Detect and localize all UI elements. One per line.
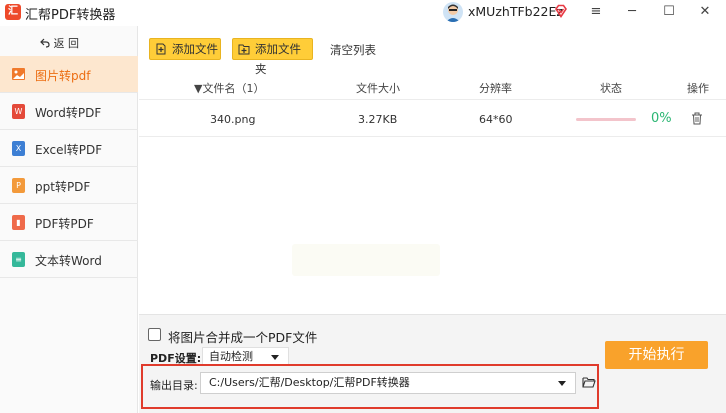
maximize-button[interactable]: ☐ bbox=[659, 3, 679, 21]
chevron-down-icon bbox=[558, 381, 566, 386]
sidebar-item-label: 文本转Word bbox=[35, 254, 102, 268]
sidebar-item-pdf-to-pdf[interactable]: ▮ PDF转PDF bbox=[0, 204, 138, 241]
column-header-filename[interactable]: ▼文件名（1） bbox=[194, 80, 264, 96]
column-header-resolution: 分辨率 bbox=[479, 82, 512, 95]
file-resolution: 64*60 bbox=[479, 113, 513, 126]
add-folder-icon bbox=[238, 44, 250, 55]
output-dir-value: C:/Users/汇帮/Desktop/汇帮PDF转换器 bbox=[209, 376, 410, 389]
back-arrow-icon bbox=[40, 38, 50, 48]
sidebar-item-label: 图片转pdf bbox=[35, 69, 91, 83]
user-name[interactable]: xMUzhTFb22Ez bbox=[468, 4, 563, 19]
trash-icon[interactable] bbox=[691, 112, 703, 125]
add-file-icon bbox=[156, 43, 166, 55]
merge-checkbox[interactable] bbox=[148, 328, 161, 341]
watermark bbox=[292, 244, 440, 276]
sidebar-item-label: ppt转PDF bbox=[35, 180, 91, 194]
add-file-button[interactable]: 添加文件 bbox=[149, 38, 221, 60]
clear-list-button[interactable]: 清空列表 bbox=[330, 42, 376, 58]
progress-bar bbox=[576, 118, 636, 121]
sidebar-item-label: PDF转PDF bbox=[35, 217, 94, 231]
vip-diamond-icon[interactable] bbox=[554, 4, 568, 18]
pdf-setting-value: 自动检测 bbox=[209, 350, 253, 363]
table-row[interactable]: 340.png 3.27KB 64*60 0% bbox=[139, 99, 726, 137]
sidebar-item-label: Word转PDF bbox=[35, 106, 102, 120]
sidebar-item-label: Excel转PDF bbox=[35, 143, 103, 157]
sidebar-item-word-to-pdf[interactable]: W Word转PDF bbox=[0, 93, 138, 130]
sidebar-item-excel-to-pdf[interactable]: X Excel转PDF bbox=[0, 130, 138, 167]
menu-icon[interactable]: ≡ bbox=[586, 3, 606, 21]
back-label: 返 回 bbox=[53, 37, 80, 50]
word-icon: W bbox=[12, 104, 25, 119]
app-title: 汇帮PDF转换器 bbox=[25, 8, 116, 23]
ppt-icon: P bbox=[12, 178, 25, 193]
file-size: 3.27KB bbox=[358, 113, 398, 126]
user-avatar[interactable] bbox=[443, 2, 463, 22]
progress-percent: 0% bbox=[651, 111, 672, 126]
column-header-actions: 操作 bbox=[687, 82, 709, 95]
back-button[interactable]: 返 回 bbox=[40, 35, 79, 51]
close-button[interactable]: ✕ bbox=[695, 3, 715, 21]
file-table-header: ▼文件名（1） 文件大小 分辨率 状态 操作 bbox=[139, 76, 726, 98]
output-dir-label: 输出目录: bbox=[150, 379, 198, 392]
start-button[interactable]: 开始执行 bbox=[605, 341, 708, 369]
sidebar-item-image-to-pdf[interactable]: 图片转pdf bbox=[0, 56, 138, 93]
add-file-label: 添加文件 bbox=[172, 42, 218, 56]
image-icon bbox=[12, 68, 25, 80]
output-dir-select[interactable]: C:/Users/汇帮/Desktop/汇帮PDF转换器 bbox=[200, 372, 576, 394]
column-header-size: 文件大小 bbox=[356, 82, 400, 95]
folder-open-icon[interactable] bbox=[582, 376, 596, 388]
app-logo: 汇 bbox=[5, 4, 21, 20]
title-bar: 汇 汇帮PDF转换器 xMUzhTFb22Ez ≡ ─ ☐ ✕ bbox=[0, 0, 726, 26]
chevron-down-icon bbox=[271, 355, 279, 360]
pdf-icon: ▮ bbox=[12, 215, 25, 230]
avatar-icon bbox=[446, 4, 460, 22]
add-folder-label: 添加文件夹 bbox=[255, 42, 301, 76]
sidebar-item-text-to-word[interactable]: ≡ 文本转Word bbox=[0, 241, 138, 278]
column-header-status: 状态 bbox=[600, 82, 622, 95]
merge-checkbox-label[interactable]: 将图片合并成一个PDF文件 bbox=[168, 327, 317, 346]
excel-icon: X bbox=[12, 141, 25, 156]
text-icon: ≡ bbox=[12, 252, 25, 267]
file-name: 340.png bbox=[210, 113, 256, 126]
sidebar: 返 回 图片转pdf W Word转PDF X Excel转PDF P ppt转… bbox=[0, 26, 138, 413]
add-folder-button[interactable]: 添加文件夹 bbox=[232, 38, 313, 76]
minimize-button[interactable]: ─ bbox=[622, 3, 642, 21]
sidebar-item-ppt-to-pdf[interactable]: P ppt转PDF bbox=[0, 167, 138, 204]
